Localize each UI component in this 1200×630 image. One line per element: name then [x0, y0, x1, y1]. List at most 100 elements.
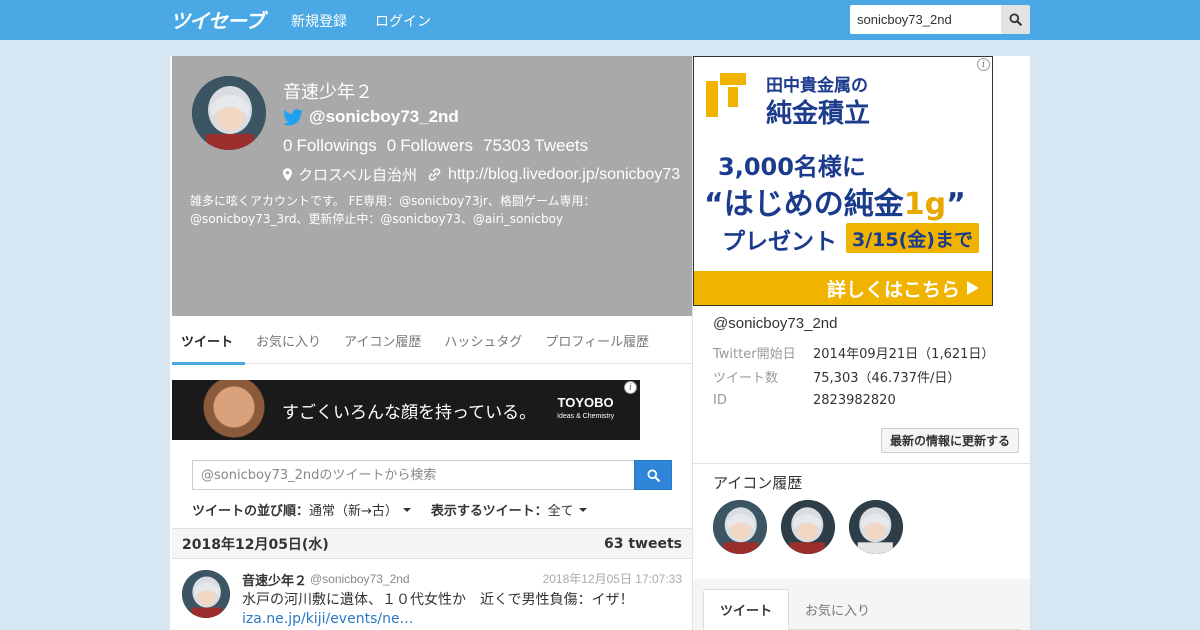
info-key: ID [713, 392, 727, 408]
link-icon [428, 168, 441, 181]
tweet-search [192, 460, 672, 490]
show-filter-label: 表示するツイート： [430, 504, 548, 519]
profile-handle-row: @sonicboy73_2nd [283, 107, 459, 127]
search-icon [646, 468, 660, 482]
search-icon [1009, 13, 1022, 26]
ad-line3: プレゼント [722, 229, 837, 255]
ad-deadline-tag: 3/15(金)まで [846, 223, 979, 253]
section-divider [693, 463, 1030, 464]
info-value: 75,303（46.737件/日） [813, 370, 961, 386]
tweet-search-input[interactable] [192, 460, 634, 490]
profile-bio: 雑多に呟くアカウントです。 FE専用：@sonicboy73jr、格闘ゲーム専用… [190, 194, 596, 226]
main-container: 音速少年２ @sonicboy73_2nd 0 Followings 0 Follo… [170, 40, 1030, 630]
ad-left-brand: TOYOBO Ideas & Chemistry [557, 396, 614, 424]
tweet-link[interactable]: iza.ne.jp/kiji/events/ne… [242, 611, 414, 627]
profile-name: 音速少年２ [283, 82, 373, 103]
top-band [170, 40, 1030, 56]
sort-order-label: ツイートの並び順： [192, 504, 310, 519]
ad-cta[interactable]: 詳しくはこちら [694, 271, 992, 305]
ad-left-brand-name: TOYOBO [557, 395, 614, 410]
info-row: Twitter開始日 2014年09月21日（1,621日） [713, 340, 994, 364]
tab-icon-history[interactable]: アイコン履歴 [335, 316, 433, 364]
site-logo[interactable]: ツイセーブ [170, 6, 265, 33]
icon-history-item[interactable] [713, 500, 767, 554]
profile-url[interactable]: http://blog.livedoor.jp/sonicboy73 [448, 166, 680, 184]
tweet-body: 水戸の河川敷に遺体、１０代女性か 近くで男性負傷：イザ！ [242, 592, 634, 608]
profile-location-row: クロスベル自治州 http://blog.livedoor.jp/sonicbo… [283, 164, 680, 185]
twitter-bird-icon [283, 108, 303, 125]
sort-order-value: 通常（新→古） [309, 504, 398, 519]
avatar-image [781, 500, 835, 554]
followers-label: Followers [400, 136, 473, 155]
followings-label: Followings [296, 136, 377, 155]
side-handle: @sonicboy73_2nd [713, 315, 838, 332]
icon-history-item[interactable] [849, 500, 903, 554]
tanaka-logo-icon [706, 73, 746, 117]
tab-profile-history[interactable]: プロフィール履歴 [536, 316, 661, 364]
map-marker-icon [283, 168, 292, 181]
tab-hashtags[interactable]: ハッシュタグ [435, 316, 534, 364]
avatar-image [182, 570, 230, 618]
tweet-text: 水戸の河川敷に遺体、１０代女性か 近くで男性負傷：イザ！ iza.ne.jp/k… [242, 591, 682, 629]
profile-stats: 0 Followings 0 Followers 75303 Tweets [283, 136, 588, 156]
info-row: ID 2823982820 [713, 388, 994, 412]
signup-link[interactable]: 新規登録 [291, 11, 347, 31]
tweets-count: 75303 [483, 136, 531, 155]
side-tab-favorites[interactable]: お気に入り [789, 589, 886, 630]
show-filter-value: 全て [547, 504, 574, 519]
ad-left-brand-sub: Ideas & Chemistry [557, 413, 615, 420]
ad-face-image [202, 380, 282, 440]
ad-line1: 3,000名様に [718, 153, 866, 181]
info-value: 2014年09月21日（1,621日） [813, 346, 995, 362]
top-search-input[interactable] [850, 5, 1001, 34]
avatar-image [192, 76, 266, 150]
side-tab-tweets[interactable]: ツイート [703, 589, 790, 630]
sort-order-dropdown[interactable]: ツイートの並び順： 通常（新→古） [192, 500, 411, 519]
login-link[interactable]: ログイン [375, 11, 431, 31]
banner-ad-right[interactable]: 田中貴金属の 純金積立 3,000名様に “はじめの純金1g” プレゼント 3/… [693, 56, 993, 306]
top-search [850, 5, 1030, 34]
top-navbar: ツイセーブ 新規登録 ログイン [0, 0, 1200, 40]
profile-tabs: ツイート お気に入り アイコン履歴 ハッシュタグ プロフィール履歴 [172, 316, 692, 365]
ad-info-icon[interactable]: i [624, 381, 637, 394]
icon-history-item[interactable] [781, 500, 835, 554]
top-search-button[interactable] [1001, 5, 1030, 34]
ad-line2-c: ” [946, 187, 966, 222]
info-value: 2823982820 [813, 392, 896, 408]
followers-stat[interactable]: 0 Followers [387, 136, 473, 156]
followings-count: 0 [283, 136, 293, 155]
tweet-search-button[interactable] [634, 460, 672, 490]
icon-history-title: アイコン履歴 [713, 474, 803, 492]
followings-stat[interactable]: 0 Followings [283, 136, 377, 156]
avatar-image [713, 500, 767, 554]
banner-ad-left[interactable]: すごくいろんな顔を持っている。 TOYOBO Ideas & Chemistry … [172, 380, 640, 440]
ad-line2: “はじめの純金1g” [704, 179, 966, 223]
ad-left-copy: すごくいろんな顔を持っている。 [282, 403, 537, 423]
tab-tweets[interactable]: ツイート [172, 316, 246, 365]
date-label: 2018年12月05日(水) [182, 536, 329, 553]
tweets-stat: 75303 Tweets [483, 136, 588, 156]
caret-down-icon [402, 507, 411, 512]
ad-info-icon[interactable]: i [977, 58, 990, 71]
refresh-button[interactable]: 最新の情報に更新する [881, 428, 1019, 453]
tweet-item: 音速少年２ @sonicboy73_2nd 2018年12月05日 17:07:… [172, 560, 692, 630]
profile-avatar[interactable] [192, 76, 266, 150]
tweets-label: Tweets [534, 136, 589, 155]
tweet-timestamp[interactable]: 2018年12月05日 17:07:33 [543, 570, 682, 587]
avatar-image [849, 500, 903, 554]
profile-header: 音速少年２ @sonicboy73_2nd 0 Followings 0 Follo… [172, 56, 692, 316]
ad-line2-b: 1g [903, 187, 947, 222]
tab-favorites[interactable]: お気に入り [247, 316, 333, 364]
ad-line2-a: “はじめの純金 [704, 187, 904, 222]
play-arrow-icon [967, 281, 979, 295]
tweet-filters: ツイートの並び順： 通常（新→古） 表示するツイート： 全て [192, 500, 587, 519]
profile-location: クロスベル自治州 [298, 166, 417, 184]
tweet-count: 63 tweets [604, 535, 682, 552]
date-header: 2018年12月05日(水) 63 tweets [172, 528, 692, 559]
tweet-avatar[interactable] [182, 570, 230, 618]
ad-cta-label: 詳しくはこちら [826, 278, 960, 301]
ad-company-line2: 純金積立 [766, 99, 871, 129]
tweet-author-name[interactable]: 音速少年２ [242, 570, 307, 589]
tweet-author-handle[interactable]: @sonicboy73_2nd [310, 572, 410, 586]
show-filter-dropdown[interactable]: 表示するツイート： 全て [431, 500, 587, 519]
